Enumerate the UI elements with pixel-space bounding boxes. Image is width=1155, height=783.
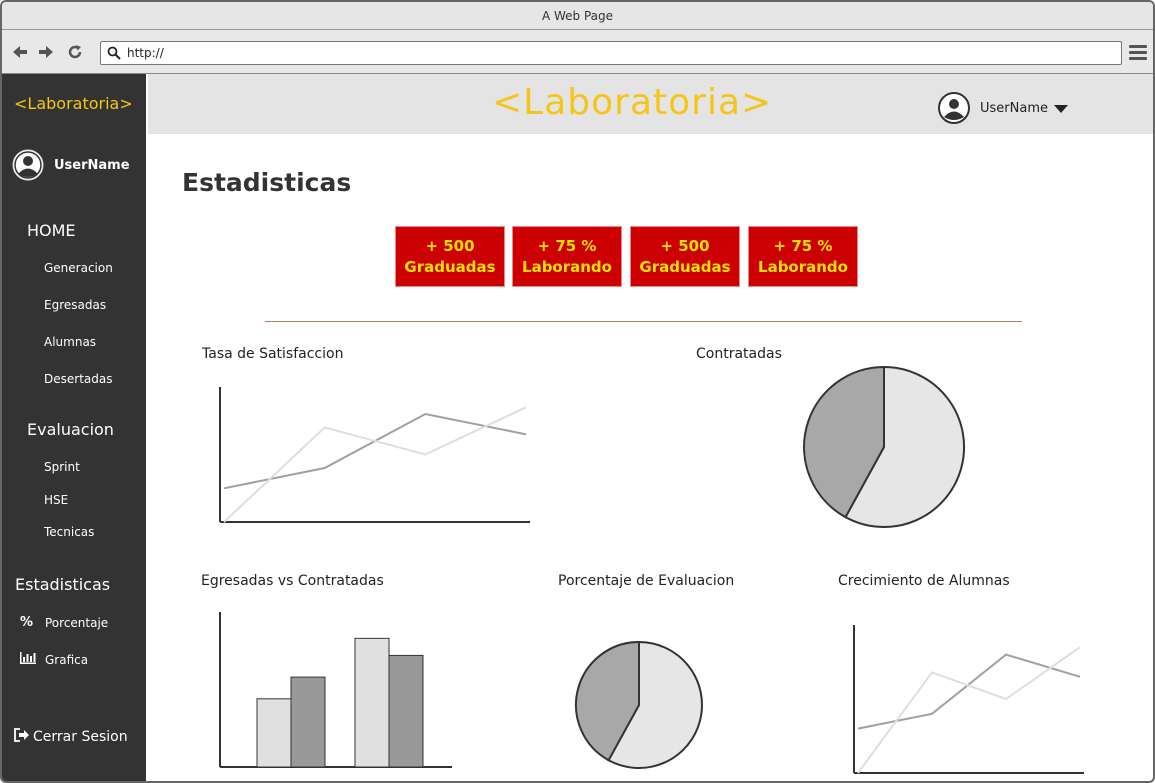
bar [388,654,424,768]
pie-slice-1 [607,640,703,769]
bar [290,676,326,768]
stat-label: Graduadas [639,257,731,276]
series-line-2 [223,406,527,523]
chart-title: Contratadas [696,346,782,362]
stat-card: + 75 % Laborando [512,226,622,287]
page-title: Estadisticas [182,168,352,197]
stat-card: + 500 Graduadas [395,226,505,287]
sidebar-item-generacion[interactable]: Generacion [44,261,113,275]
url-bar[interactable]: http:// [100,41,1122,65]
sign-out-icon [14,728,30,746]
user-avatar-icon [12,149,44,181]
sidebar-item-desertadas[interactable]: Desertadas [44,372,112,386]
stat-label: Graduadas [404,257,496,276]
logout-button[interactable]: Cerrar Sesion [14,728,128,746]
chart-title: Tasa de Satisfaccion [202,346,344,362]
stat-value: + 500 [660,236,710,255]
stat-card: + 75 % Laborando [748,226,858,287]
percent-icon: % [20,615,34,630]
back-arrow-icon[interactable] [10,42,30,62]
series-line-2 [857,646,1081,774]
chart-title: Egresadas vs Contratadas [201,573,384,589]
sidebar-item-alumnas[interactable]: Alumnas [44,335,96,349]
chevron-down-icon [1053,105,1068,113]
sidebar-item-hse[interactable]: HSE [44,493,68,507]
sidebar-item-label: Grafica [45,653,89,667]
stat-value: + 75 % [773,236,833,255]
sidebar-item-tecnicas[interactable]: Tecnicas [44,525,94,539]
header-username: UserName [980,100,1048,116]
sidebar-item-label: Porcentaje [45,615,109,630]
pie-slice-2 [803,365,885,519]
hamburger-menu-icon[interactable] [1129,45,1147,61]
sidebar-logo[interactable]: <Laboratoria> [14,94,133,113]
sidebar: <Laboratoria> UserName HOME Generacion E… [2,74,146,781]
bar [256,698,292,768]
stat-label: Laborando [758,257,848,276]
header-user-menu[interactable]: UserName [938,92,1068,124]
reload-icon[interactable] [65,42,85,62]
sidebar-username: UserName [54,157,130,173]
pie-slice-1 [844,365,966,528]
sidebar-item-evaluacion[interactable]: Evaluacion [27,420,114,439]
chart-title: Porcentaje de Evaluacion [558,573,735,589]
header-logo[interactable]: <Laboratoria> [492,82,772,123]
stat-card: + 500 Graduadas [630,226,740,287]
bar [354,637,390,768]
browser-window: A Web Page http:// <Laboratoria> UserNam… [0,0,1155,783]
chart-title: Crecimiento de Alumnas [838,573,1010,589]
series-line-1 [857,653,1081,730]
stat-value: + 75 % [537,236,597,255]
sidebar-item-sprint[interactable]: Sprint [44,460,80,474]
window-title: A Web Page [541,8,614,23]
sidebar-item-grafica[interactable]: Grafica [20,652,88,668]
stat-label: Laborando [522,257,612,276]
user-avatar-icon [938,92,970,124]
section-divider [265,321,1022,322]
series-line-1 [223,412,527,490]
top-header: <Laboratoria> UserName [148,74,1153,134]
sidebar-item-egresadas[interactable]: Egresadas [44,298,106,312]
logout-label: Cerrar Sesion [33,729,128,745]
bar-chart-icon [20,652,38,668]
sidebar-item-estadisticas[interactable]: Estadisticas [15,575,110,594]
sidebar-item-home[interactable]: HOME [27,221,76,240]
forward-arrow-icon[interactable] [36,42,56,62]
window-titlebar: A Web Page [2,2,1153,30]
stat-value: + 500 [425,236,475,255]
sidebar-user[interactable]: UserName [12,149,130,181]
sidebar-item-porcentaje[interactable]: % Porcentaje [20,615,108,630]
url-text: http:// [127,46,164,60]
pie-slice-2 [575,640,640,762]
search-icon [107,46,121,60]
browser-toolbar: http:// [2,30,1153,74]
